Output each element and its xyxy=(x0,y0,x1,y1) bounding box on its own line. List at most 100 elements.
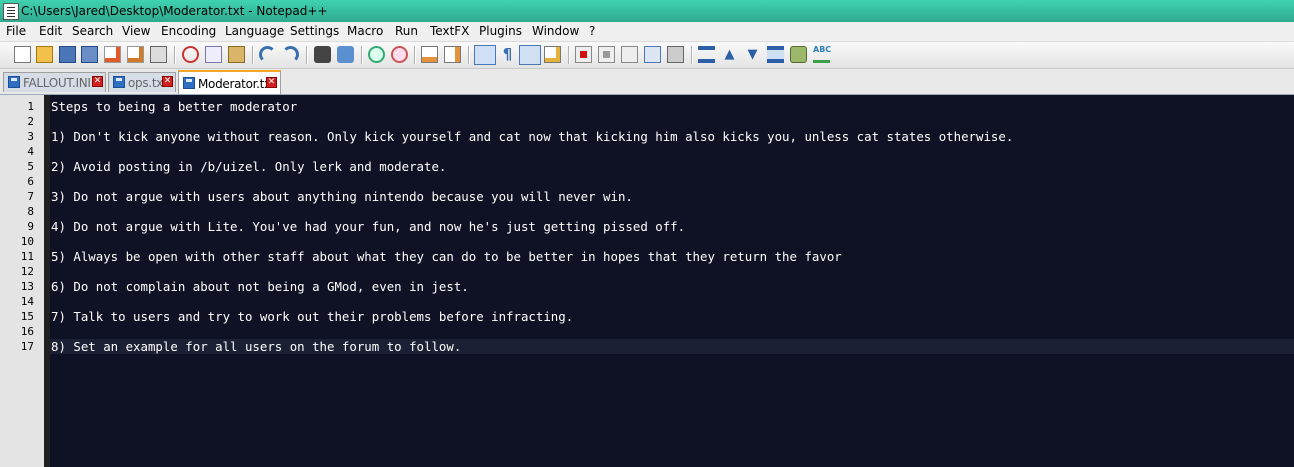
open-file-icon[interactable] xyxy=(36,46,53,63)
line-number: 7 xyxy=(27,190,34,203)
line-number: 17 xyxy=(20,340,34,353)
text-line-content: 7) Talk to users and try to work out the… xyxy=(51,309,574,324)
text-line[interactable]: 1) Don't kick anyone without reason. Onl… xyxy=(50,129,1294,144)
close-all-icon[interactable] xyxy=(127,46,144,63)
print-icon[interactable] xyxy=(150,46,167,63)
menu-window[interactable]: Window xyxy=(532,24,579,38)
unfold-all-icon[interactable] xyxy=(767,46,784,63)
tab-ops-txt[interactable]: ops.txt ✕ xyxy=(108,72,176,92)
text-line[interactable] xyxy=(50,114,1294,129)
word-wrap-icon[interactable] xyxy=(474,45,496,65)
tab-fallout-ini[interactable]: FALLOUT.INI ✕ xyxy=(3,72,106,92)
run-macro-multiple-icon[interactable] xyxy=(644,46,661,63)
save-icon[interactable] xyxy=(59,46,76,63)
copy-icon[interactable] xyxy=(205,46,222,63)
text-line[interactable] xyxy=(50,174,1294,189)
line-number: 3 xyxy=(27,130,34,143)
text-line-content: Steps to being a better moderator xyxy=(51,99,298,114)
toolbar-separator xyxy=(568,46,569,64)
cut-icon[interactable] xyxy=(182,46,199,63)
menu-macro[interactable]: Macro xyxy=(347,24,383,38)
menu-file[interactable]: File xyxy=(6,24,26,38)
indent-guide-icon[interactable] xyxy=(519,45,541,65)
redo-icon[interactable] xyxy=(282,46,299,63)
stop-record-icon[interactable] xyxy=(598,46,615,63)
text-line[interactable] xyxy=(50,294,1294,309)
menu-search[interactable]: Search xyxy=(72,24,113,38)
editor-area[interactable]: 1 2 3 4 5 6 7 8 9 10 11 12 13 14 15 16 1… xyxy=(0,95,1294,467)
paste-icon[interactable] xyxy=(228,46,245,63)
text-line[interactable]: 5) Always be open with other staff about… xyxy=(50,249,1294,264)
line-number: 12 xyxy=(20,265,34,278)
line-number: 14 xyxy=(20,295,34,308)
menu-view[interactable]: View xyxy=(122,24,150,38)
toolbar-separator xyxy=(174,46,175,64)
close-tab-icon[interactable]: ✕ xyxy=(266,77,277,88)
close-tab-icon[interactable]: ✕ xyxy=(162,76,173,87)
text-line[interactable] xyxy=(50,144,1294,159)
menu-help[interactable]: ? xyxy=(589,24,595,38)
zoom-out-icon[interactable] xyxy=(391,46,408,63)
line-number: 16 xyxy=(20,325,34,338)
line-number: 6 xyxy=(27,175,34,188)
floppy-disk-icon xyxy=(183,77,195,89)
close-icon[interactable] xyxy=(104,46,121,63)
text-content[interactable]: Steps to being a better moderator 1) Don… xyxy=(50,95,1294,467)
notepad-app-icon[interactable] xyxy=(3,3,19,20)
previous-icon[interactable]: ▲ xyxy=(721,46,738,63)
toolbar-separator xyxy=(468,46,469,64)
toolbar-separator xyxy=(691,46,692,64)
find-icon[interactable] xyxy=(314,46,331,63)
menu-edit[interactable]: Edit xyxy=(39,24,62,38)
text-line[interactable] xyxy=(50,264,1294,279)
close-tab-icon[interactable]: ✕ xyxy=(92,76,103,87)
menu-language[interactable]: Language xyxy=(225,24,284,38)
line-number: 1 xyxy=(27,100,34,113)
line-number: 5 xyxy=(27,160,34,173)
show-all-chars-icon[interactable]: ¶ xyxy=(499,46,516,63)
menu-plugins[interactable]: Plugins xyxy=(479,24,522,38)
play-macro-icon[interactable] xyxy=(621,46,638,63)
sync-horizontal-icon[interactable] xyxy=(444,46,461,63)
save-all-icon[interactable] xyxy=(81,46,98,63)
zoom-in-icon[interactable] xyxy=(368,46,385,63)
text-line[interactable]: 3) Do not argue with users about anythin… xyxy=(50,189,1294,204)
current-text-line[interactable]: 8) Set an example for all users on the f… xyxy=(50,339,1294,354)
text-line[interactable]: 7) Talk to users and try to work out the… xyxy=(50,309,1294,324)
user-lang-icon[interactable] xyxy=(544,46,561,63)
record-macro-icon[interactable] xyxy=(575,46,592,63)
sync-vertical-icon[interactable] xyxy=(421,46,438,63)
document-tab-bar: FALLOUT.INI ✕ ops.txt ✕ Moderator.txt ✕ xyxy=(0,69,1294,95)
clipboard-history-icon[interactable] xyxy=(790,46,807,63)
text-line[interactable]: 4) Do not argue with Lite. You've had yo… xyxy=(50,219,1294,234)
text-line[interactable]: Steps to being a better moderator xyxy=(50,99,1294,114)
menu-encoding[interactable]: Encoding xyxy=(161,24,216,38)
next-icon[interactable]: ▼ xyxy=(744,46,761,63)
floppy-disk-icon xyxy=(8,76,20,88)
replace-icon[interactable] xyxy=(337,46,354,63)
floppy-disk-icon xyxy=(113,76,125,88)
menu-settings[interactable]: Settings xyxy=(290,24,339,38)
tab-moderator-txt[interactable]: Moderator.txt ✕ xyxy=(178,70,281,94)
save-macro-icon[interactable] xyxy=(667,46,684,63)
title-bar: C:\Users\Jared\Desktop\Moderator.txt - N… xyxy=(0,0,1294,22)
line-number: 9 xyxy=(27,220,34,233)
line-number: 2 xyxy=(27,115,34,128)
spell-check-icon[interactable]: ABC xyxy=(813,46,831,63)
fold-all-icon[interactable] xyxy=(698,46,715,63)
new-file-icon[interactable] xyxy=(14,46,31,63)
menu-textfx[interactable]: TextFX xyxy=(430,24,469,38)
text-line[interactable]: 6) Do not complain about not being a GMo… xyxy=(50,279,1294,294)
undo-icon[interactable] xyxy=(259,46,276,63)
line-number-gutter[interactable]: 1 2 3 4 5 6 7 8 9 10 11 12 13 14 15 16 1… xyxy=(0,95,44,467)
text-line[interactable] xyxy=(50,204,1294,219)
text-line[interactable] xyxy=(50,234,1294,249)
text-line-content: 5) Always be open with other staff about… xyxy=(51,249,842,264)
line-number: 10 xyxy=(20,235,34,248)
text-line[interactable] xyxy=(50,324,1294,339)
text-line-content: 8) Set an example for all users on the f… xyxy=(51,339,462,354)
menu-run[interactable]: Run xyxy=(395,24,418,38)
text-line[interactable]: 2) Avoid posting in /b/uizel. Only lerk … xyxy=(50,159,1294,174)
menu-bar: File Edit Search View Encoding Language … xyxy=(0,22,1294,42)
line-number: 15 xyxy=(20,310,34,323)
